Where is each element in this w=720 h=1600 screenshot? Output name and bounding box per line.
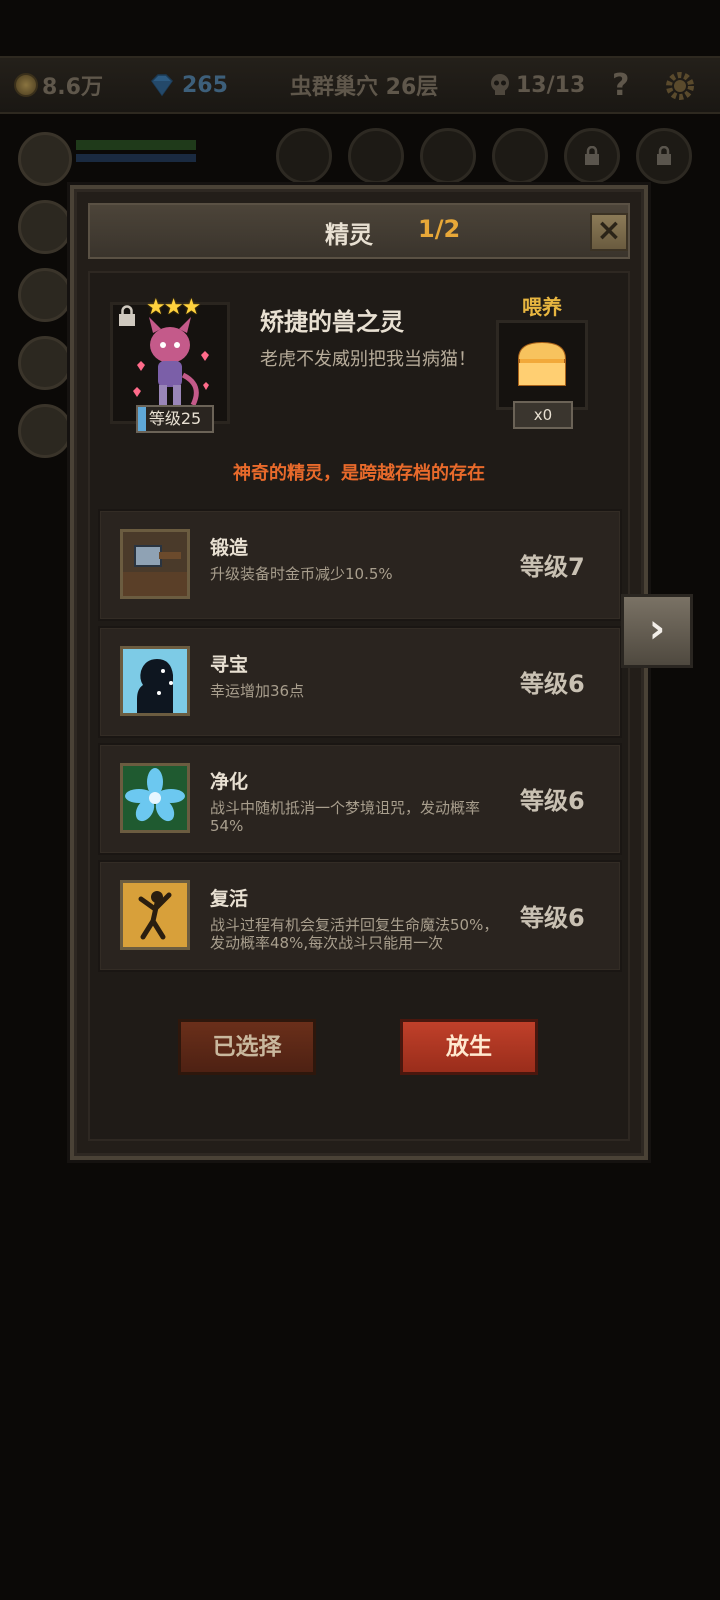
party-avatar — [18, 200, 72, 254]
party-avatar — [18, 268, 72, 322]
skill-description: 幸运增加36点 — [210, 682, 305, 700]
close-icon[interactable]: × — [596, 213, 621, 248]
skill-name: 寻宝 — [210, 654, 249, 676]
dialog-title: 精灵 — [325, 221, 373, 249]
gold-counter: 8.6万 — [14, 70, 103, 100]
item-slot — [420, 128, 476, 184]
locked-slot — [564, 128, 620, 184]
next-page-button[interactable]: › — [621, 594, 693, 668]
lock-icon — [657, 146, 671, 165]
locked-slot — [636, 128, 692, 184]
lock-icon — [585, 146, 599, 165]
dialog-title-bar: 精灵 1/2 × — [88, 203, 630, 259]
location-text: 虫群巢穴 26层 — [290, 75, 439, 100]
page-count: 1/2 — [418, 215, 461, 243]
skill-row[interactable]: 锻造 升级装备时金币减少10.5% 等级7 — [98, 509, 622, 621]
star-rating: ★★★ — [146, 295, 201, 320]
skill-row[interactable]: 净化 战斗中随机抵消一个梦境诅咒，发动概率54% 等级6 — [98, 743, 622, 855]
skill-name: 锻造 — [210, 537, 249, 559]
help-button[interactable]: ? — [612, 68, 629, 103]
help-icon[interactable]: ? — [612, 68, 629, 103]
pet-description: 老虎不发威别把我当病猫！ — [260, 349, 476, 370]
mana-bar — [76, 154, 196, 162]
skill-name: 复活 — [210, 888, 249, 910]
selected-button[interactable]: 已选择 — [178, 1019, 316, 1075]
feed-label: 喂养 — [522, 295, 562, 319]
dancing-figure-icon — [120, 880, 190, 950]
pet-name: 矫捷的兽之灵 — [260, 308, 404, 336]
gold-value: 8.6万 — [42, 75, 103, 100]
skill-row[interactable]: 复活 战斗过程有机会复活并回复生命魔法50%，发动概率48%,每次战斗只能用一次… — [98, 860, 622, 972]
pet-level-badge: 等级25 — [136, 405, 214, 433]
skill-level: 等级6 — [520, 670, 585, 698]
gem-value: 265 — [182, 72, 228, 98]
blue-flower-icon — [120, 763, 190, 833]
skull-icon — [491, 74, 509, 95]
release-button-label[interactable]: 放生 — [446, 1034, 492, 1060]
level-accent — [138, 407, 146, 431]
lock-icon[interactable] — [118, 305, 136, 327]
diamond-icon — [151, 74, 173, 97]
skill-description: 战斗过程有机会复活并回复生命魔法50%，发动概率48%,每次战斗只能用一次 — [210, 916, 499, 952]
party-avatar — [18, 336, 72, 390]
hero-avatar — [18, 132, 72, 186]
pet-tagline: 神奇的精灵，是跨越存档的存在 — [233, 463, 485, 484]
gem-counter: 265 — [148, 70, 228, 100]
item-slot — [492, 128, 548, 184]
skill-description: 战斗中随机抵消一个梦境诅咒，发动概率54% — [210, 799, 481, 835]
pet-level-text: 等级25 — [148, 409, 202, 428]
party-avatar — [18, 404, 72, 458]
skill-name: 净化 — [210, 771, 249, 793]
skill-row[interactable]: 寻宝 幸运增加36点 等级6 — [98, 626, 622, 738]
health-bar — [76, 140, 196, 150]
close-button[interactable]: × — [590, 213, 628, 251]
item-slot — [276, 128, 332, 184]
skill-level: 等级6 — [520, 787, 585, 815]
gear-icon[interactable] — [664, 70, 696, 102]
silhouette-sparkle-icon — [120, 646, 190, 716]
skill-level: 等级7 — [520, 553, 585, 581]
kill-value: 13/13 — [516, 72, 586, 98]
hammer-icon — [120, 529, 190, 599]
skill-level: 等级6 — [520, 904, 585, 932]
feed-count: x0 — [513, 401, 573, 429]
bread-icon — [518, 341, 566, 386]
location-label: 虫群巢穴 26层 — [290, 70, 438, 100]
top-status-bar: 8.6万 265 虫群巢穴 26层 13/13 ? — [0, 56, 720, 114]
feed-button[interactable] — [496, 320, 588, 410]
chevron-right-icon[interactable]: › — [649, 606, 665, 652]
kill-counter: 13/13 — [488, 70, 585, 100]
selected-button-label[interactable]: 已选择 — [213, 1034, 282, 1060]
coin-icon — [14, 73, 38, 97]
spirit-dialog: 精灵 1/2 × ★★★ 等级25 矫捷的兽之灵 老虎不发威别把我当病猫！ 喂养… — [70, 185, 648, 1160]
item-slot — [348, 128, 404, 184]
skill-description: 升级装备时金币减少10.5% — [210, 565, 393, 583]
release-button[interactable]: 放生 — [400, 1019, 538, 1075]
